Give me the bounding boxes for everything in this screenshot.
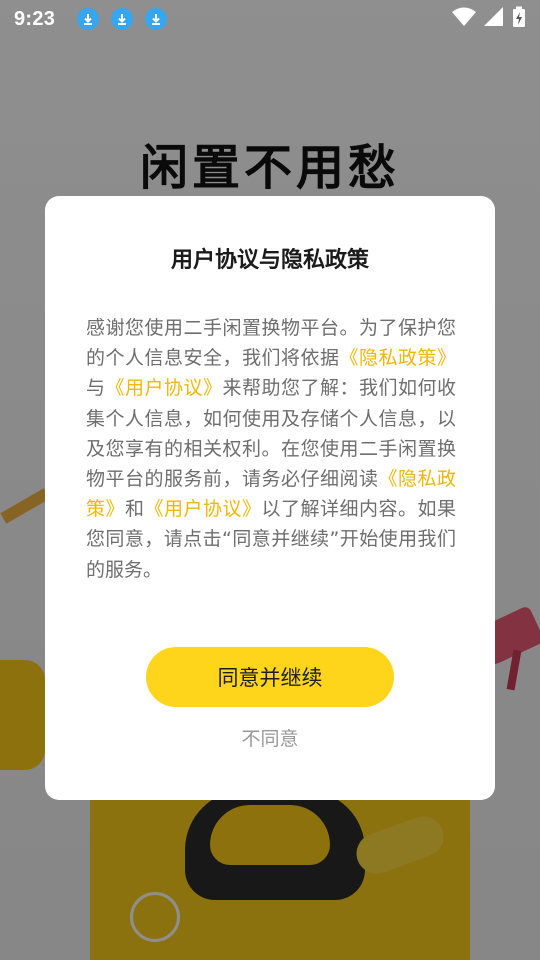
disagree-button[interactable]: 不同意 bbox=[45, 724, 495, 751]
status-bar: 9:23 bbox=[0, 0, 540, 38]
app-screen: 闲置不用愁 9:23 用户协议与隐私政策 感谢您使用二手闲置换物平台。为了保护您… bbox=[0, 0, 540, 960]
status-time: 9:23 bbox=[14, 7, 56, 30]
signal-icon bbox=[484, 7, 504, 31]
agree-and-continue-button[interactable]: 同意并继续 bbox=[146, 647, 394, 707]
status-icons bbox=[452, 6, 526, 32]
battery-charging-icon bbox=[512, 6, 526, 32]
dialog-body: 感谢您使用二手闲置换物平台。为了保护您的个人信息安全，我们将依据《隐私政策》与《… bbox=[86, 313, 456, 585]
dialog-title: 用户协议与隐私政策 bbox=[170, 248, 369, 273]
user-agreement-link[interactable]: 《用户协议》 bbox=[145, 498, 262, 520]
download-icon bbox=[111, 8, 134, 30]
download-icon bbox=[145, 8, 168, 30]
download-icon bbox=[77, 8, 100, 30]
user-agreement-link[interactable]: 《用户协议》 bbox=[106, 377, 223, 399]
wifi-icon bbox=[452, 7, 476, 31]
body-text-part: 与 bbox=[86, 377, 106, 400]
privacy-policy-link[interactable]: 《隐私政策》 bbox=[339, 347, 456, 369]
body-text-part: 和 bbox=[125, 498, 145, 521]
